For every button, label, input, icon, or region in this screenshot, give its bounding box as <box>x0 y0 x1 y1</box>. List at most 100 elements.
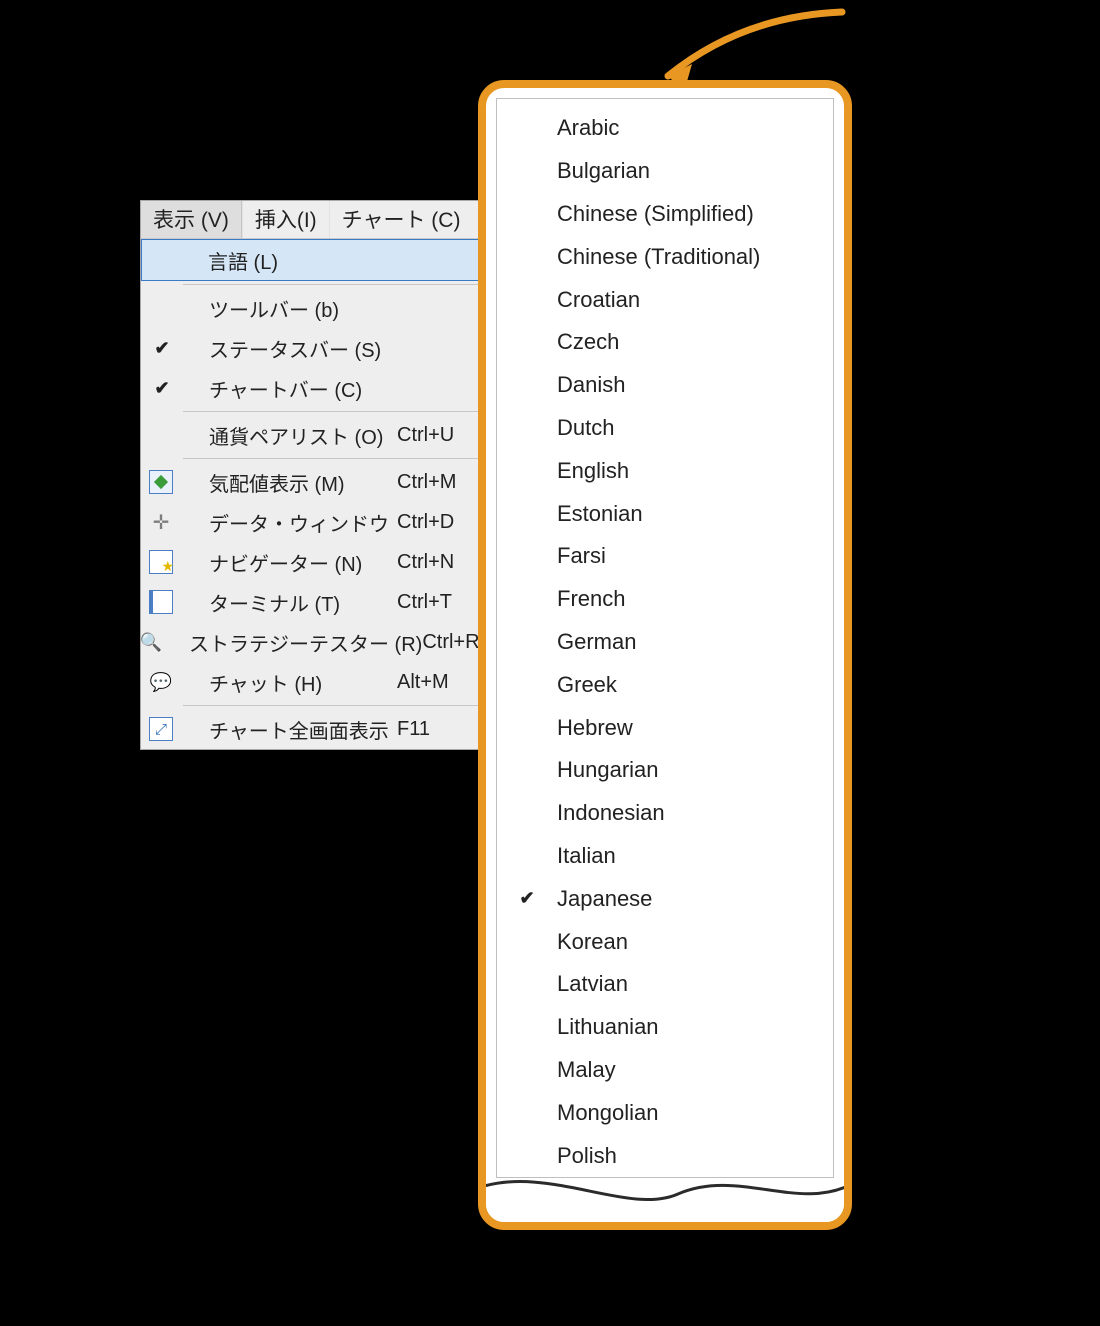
nav-icon <box>149 550 173 574</box>
language-item-label: Croatian <box>557 287 823 313</box>
menu-item-shortcut: Ctrl+N <box>397 551 477 574</box>
menu-item-icon-slot <box>141 630 163 654</box>
language-item[interactable]: Hebrew <box>497 706 833 749</box>
menu-separator <box>183 284 483 285</box>
language-item-label: Polish <box>557 1143 823 1169</box>
language-item[interactable]: English <box>497 449 833 492</box>
menubar-item[interactable]: 挿入(I) <box>242 201 329 238</box>
language-item[interactable]: Arabic <box>497 107 833 150</box>
menubar-item-label: 表示 (V) <box>153 209 229 232</box>
language-item[interactable]: Lithuanian <box>497 1006 833 1049</box>
language-item-label: Lithuanian <box>557 1014 823 1040</box>
language-item[interactable]: Hungarian <box>497 749 833 792</box>
chat-icon <box>149 670 173 694</box>
menu-item[interactable]: ツールバー (b) <box>141 288 489 328</box>
menu-item-check: ✔ <box>141 338 183 359</box>
menu-item[interactable]: 気配値表示 (M)Ctrl+M <box>141 462 489 502</box>
menu-item-icon-slot <box>141 550 183 574</box>
language-item[interactable]: ✔ Japanese <box>497 877 833 920</box>
menu-item-label: チャート全画面表示 <box>183 715 397 744</box>
menu-item-icon-slot <box>141 717 183 741</box>
language-item[interactable]: Estonian <box>497 492 833 535</box>
language-item-label: German <box>557 629 823 655</box>
language-item-label: Japanese <box>557 886 823 912</box>
language-item[interactable]: Mongolian <box>497 1091 833 1134</box>
language-item-label: Czech <box>557 329 823 355</box>
language-item[interactable]: Indonesian <box>497 792 833 835</box>
menubar-item-label: 挿入(I) <box>255 209 317 232</box>
language-item-label: French <box>557 586 823 612</box>
language-item-label: Bulgarian <box>557 158 823 184</box>
menu-item[interactable]: データ・ウィンドウCtrl+D <box>141 502 489 542</box>
menu-item[interactable]: ストラテジーテスター (R)Ctrl+R <box>141 622 489 662</box>
language-item-label: Chinese (Simplified) <box>557 201 823 227</box>
language-item-label: Hungarian <box>557 757 823 783</box>
menu-item[interactable]: 通貨ペアリスト (O)Ctrl+U <box>141 415 489 455</box>
menu-item[interactable]: ✔ステータスバー (S) <box>141 328 489 368</box>
language-item-label: Malay <box>557 1057 823 1083</box>
checkmark-icon: ✔ <box>519 888 534 909</box>
menu-separator <box>183 458 483 459</box>
language-item[interactable]: German <box>497 621 833 664</box>
language-item[interactable]: Chinese (Traditional) <box>497 235 833 278</box>
language-item[interactable]: Polish <box>497 1134 833 1177</box>
menu-item-label: 通貨ペアリスト (O) <box>183 421 397 450</box>
menu-item-shortcut: Ctrl+U <box>397 424 477 447</box>
menubar-item[interactable]: チャート (C) <box>329 201 473 238</box>
language-item-label: Korean <box>557 929 823 955</box>
menu-item-label: 気配値表示 (M) <box>183 468 397 497</box>
menu-item[interactable]: 言語 (L) <box>141 239 489 281</box>
full-icon <box>149 717 173 741</box>
crosshair-icon <box>149 510 173 534</box>
menu-item-shortcut: Ctrl+D <box>397 511 477 534</box>
menu-item[interactable]: チャート全画面表示F11 <box>141 709 489 749</box>
menu-item[interactable]: チャット (H)Alt+M <box>141 662 489 702</box>
menu-item-shortcut: Ctrl+R <box>422 631 479 654</box>
language-item-check: ✔ <box>497 888 557 909</box>
language-item-label: English <box>557 458 823 484</box>
language-item[interactable]: Danish <box>497 364 833 407</box>
language-item-label: Arabic <box>557 115 823 141</box>
language-item-label: Dutch <box>557 415 823 441</box>
menu-item[interactable]: ナビゲーター (N)Ctrl+N <box>141 542 489 582</box>
language-item[interactable]: Croatian <box>497 278 833 321</box>
view-menu-window: 表示 (V) 挿入(I) チャート (C) 言語 (L) ツールバー (b) ✔ステータ… <box>140 200 490 750</box>
language-item-label: Chinese (Traditional) <box>557 244 823 270</box>
menu-item-icon-slot <box>141 470 183 494</box>
menu-item-shortcut: Alt+M <box>397 671 477 694</box>
language-item[interactable]: Latvian <box>497 963 833 1006</box>
menu-item-icon-slot <box>141 590 183 614</box>
language-item-label: Danish <box>557 372 823 398</box>
menu-item-label: データ・ウィンドウ <box>183 508 397 537</box>
menu-item-label: チャートバー (C) <box>183 374 397 403</box>
language-item[interactable]: Greek <box>497 663 833 706</box>
menu-item-label: ツールバー (b) <box>183 294 397 323</box>
menubar-item-label: チャート (C) <box>342 209 461 232</box>
menu-item-label: ストラテジーテスター (R) <box>163 628 422 657</box>
language-item[interactable]: Korean <box>497 920 833 963</box>
language-item-label: Greek <box>557 672 823 698</box>
language-item[interactable]: Chinese (Simplified) <box>497 193 833 236</box>
menu-separator <box>183 705 483 706</box>
language-item[interactable]: Farsi <box>497 535 833 578</box>
language-item-label: Latvian <box>557 971 823 997</box>
language-item-label: Mongolian <box>557 1100 823 1126</box>
menu-item[interactable]: ✔チャートバー (C) <box>141 368 489 408</box>
menu-separator <box>183 411 483 412</box>
language-item[interactable]: French <box>497 578 833 621</box>
language-item-label: Indonesian <box>557 800 823 826</box>
language-item[interactable]: Italian <box>497 835 833 878</box>
menu-item-shortcut: Ctrl+T <box>397 591 477 614</box>
language-item[interactable]: Czech <box>497 321 833 364</box>
menubar-item[interactable]: 表示 (V) <box>141 201 242 238</box>
checkmark-icon: ✔ <box>154 338 169 359</box>
menu-item-label: チャット (H) <box>183 668 397 697</box>
language-item[interactable]: Dutch <box>497 407 833 450</box>
menu-item[interactable]: ターミナル (T)Ctrl+T <box>141 582 489 622</box>
language-item-label: Italian <box>557 843 823 869</box>
language-item[interactable]: Bulgarian <box>497 150 833 193</box>
menu-item-shortcut: Ctrl+M <box>397 471 477 494</box>
menu-item-shortcut: F11 <box>397 718 477 741</box>
language-submenu-callout: Arabic Bulgarian Chinese (Simplified) Chine… <box>478 80 852 1230</box>
language-item[interactable]: Malay <box>497 1049 833 1092</box>
